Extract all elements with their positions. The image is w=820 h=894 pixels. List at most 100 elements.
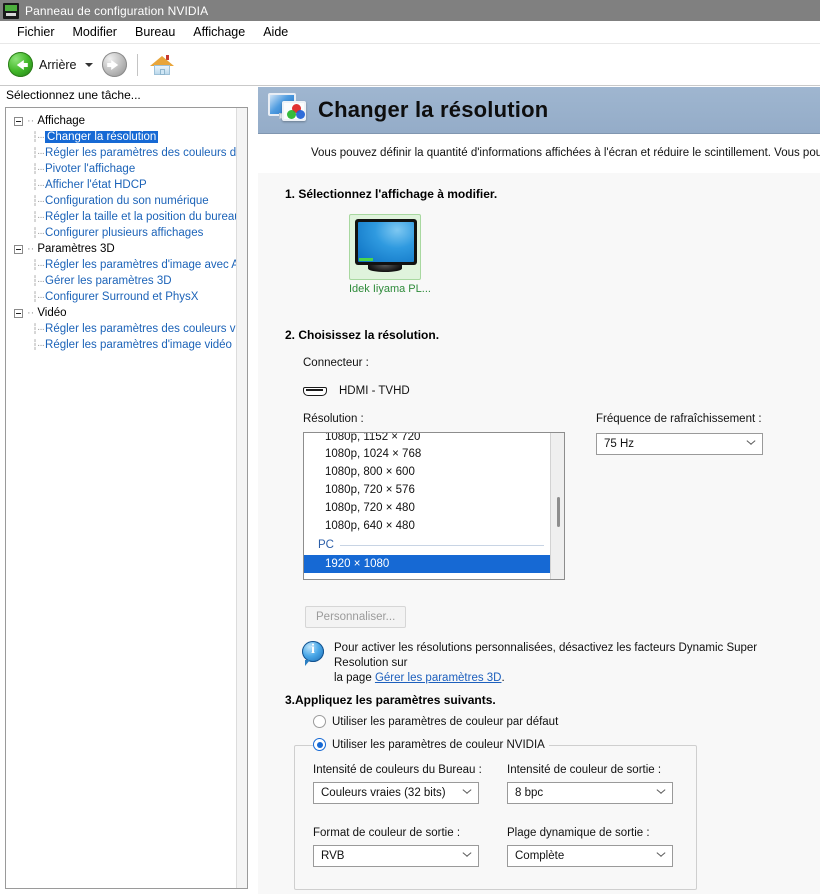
menu-item-affichage[interactable]: Affichage: [184, 23, 254, 41]
back-arrow-icon: [8, 52, 33, 77]
tree-group-video[interactable]: ·· Vidéo: [6, 305, 247, 321]
refresh-rate-value: 75 Hz: [604, 438, 635, 450]
select-task-label: Sélectionnez une tâche...: [6, 88, 141, 102]
info-text-line1: Pour activer les résolutions personnalis…: [334, 642, 758, 669]
chevron-down-icon: [463, 789, 472, 798]
customize-button[interactable]: Personnaliser...: [305, 606, 407, 628]
output-dynamic-range-dropdown[interactable]: Complète: [507, 845, 673, 867]
tree-group-parametres-3d[interactable]: ·· Paramètres 3D: [6, 241, 247, 257]
output-color-format-label: Format de couleur de sortie :: [313, 827, 461, 839]
sidebar-item-son-numerique[interactable]: ┆··· Configuration du son numérique: [6, 193, 247, 209]
task-tree[interactable]: ·· Affichage ┆··· Changer la résolution ┆…: [5, 107, 248, 889]
radio-default-colors[interactable]: Utiliser les paramètres de couleur par d…: [313, 715, 558, 728]
radio-nvidia-colors[interactable]: Utiliser les paramètres de couleur NVIDI…: [313, 738, 549, 751]
output-color-depth-label: Intensité de couleur de sortie :: [507, 764, 662, 776]
sidebar-item-image-avec-apercu[interactable]: ┆··· Régler les paramètres d'image avec A…: [6, 257, 247, 273]
menu-item-bureau[interactable]: Bureau: [126, 23, 184, 41]
chevron-down-icon: [657, 852, 666, 861]
connector-label: Connecteur :: [303, 357, 369, 369]
list-item-selected[interactable]: 1920 × 1080: [304, 555, 550, 573]
display-thumbnail[interactable]: Idek Iiyama PL...: [349, 214, 431, 295]
list-item[interactable]: 1080p, 720 × 576: [304, 481, 550, 499]
page-header: Changer la résolution: [258, 87, 820, 134]
sidebar-item-changer-la-resolution[interactable]: ┆··· Changer la résolution: [6, 129, 247, 145]
list-item[interactable]: 1080p, 1152 × 720: [304, 433, 550, 445]
tree-group-label: Paramètres 3D: [37, 243, 115, 255]
output-dynamic-range-label: Plage dynamique de sortie :: [507, 827, 650, 839]
window-title: Panneau de configuration NVIDIA: [25, 3, 209, 18]
sidebar-item-pivoter-affichage[interactable]: ┆··· Pivoter l'affichage: [6, 161, 247, 177]
nvidia-control-panel-window: Panneau de configuration NVIDIA Fichier …: [0, 0, 820, 894]
collapse-icon[interactable]: [14, 308, 23, 318]
chevron-down-icon: [657, 789, 666, 798]
forward-arrow-icon[interactable]: [101, 52, 127, 77]
refresh-rate-dropdown[interactable]: 75 Hz: [596, 433, 763, 455]
radio-button[interactable]: [313, 715, 326, 728]
output-color-depth-dropdown[interactable]: 8 bpc: [507, 782, 673, 804]
sidebar-item-plusieurs-affichages[interactable]: ┆··· Configurer plusieurs affichages: [6, 225, 247, 241]
tree-group-label: Affichage: [37, 115, 86, 127]
desktop-color-depth-dropdown[interactable]: Couleurs vraies (32 bits): [313, 782, 479, 804]
info-text-period: .: [501, 672, 505, 684]
collapse-icon[interactable]: [14, 244, 23, 254]
radio-label: Utiliser les paramètres de couleur par d…: [332, 715, 559, 728]
main-pane: Changer la résolution Vous pouvez défini…: [258, 87, 820, 894]
list-item[interactable]: 1080p, 1024 × 768: [304, 445, 550, 463]
task-sidebar: Sélectionnez une tâche... ·· Affichage ┆…: [0, 87, 250, 894]
display-name-label: Idek Iiyama PL...: [349, 283, 431, 295]
radio-button[interactable]: [313, 738, 326, 751]
step3-title: 3.Appliquez les paramètres suivants.: [285, 693, 496, 707]
chevron-down-icon: [463, 852, 472, 861]
resolution-label: Résolution :: [303, 413, 364, 425]
page-content: 1. Sélectionnez l'affichage à modifier. …: [258, 173, 820, 894]
sidebar-item-etat-hdcp[interactable]: ┆··· Afficher l'état HDCP: [6, 177, 247, 193]
desktop-color-depth-label: Intensité de couleurs du Bureau :: [313, 764, 482, 776]
menu-item-modifier[interactable]: Modifier: [64, 23, 126, 41]
tree-group-affichage[interactable]: ·· Affichage: [6, 113, 247, 129]
collapse-icon[interactable]: [14, 116, 23, 126]
list-item[interactable]: 1080p, 800 × 600: [304, 463, 550, 481]
output-color-format-value: RVB: [321, 850, 345, 862]
resolution-listbox[interactable]: 1080p, 1152 × 720 1080p, 1024 × 768 1080…: [303, 432, 565, 580]
navigation-toolbar: Arrière: [0, 44, 820, 86]
sidebar-item-regler-couleurs-bureau[interactable]: ┆··· Régler les paramètres des couleurs d…: [6, 145, 247, 161]
sidebar-item-gerer-parametres-3d[interactable]: ┆··· Gérer les paramètres 3D: [6, 273, 247, 289]
nvidia-icon: [3, 2, 19, 19]
info-notice: Pour activer les résolutions personnalis…: [302, 641, 802, 686]
home-icon[interactable]: [149, 54, 174, 76]
sidebar-item-taille-position-bureau[interactable]: ┆··· Régler la taille et la position du b…: [6, 209, 247, 225]
resolution-list-scrollbar[interactable]: [550, 433, 564, 579]
list-item[interactable]: 1080p, 640 × 480: [304, 517, 550, 535]
output-color-depth-value: 8 bpc: [515, 787, 544, 799]
info-text: Pour activer les résolutions personnalis…: [334, 641, 802, 686]
menu-bar: Fichier Modifier Bureau Affichage Aide: [0, 21, 820, 44]
tree-scrollbar[interactable]: [236, 108, 247, 888]
desktop-color-depth-value: Couleurs vraies (32 bits): [321, 787, 446, 799]
sidebar-item-surround-physx[interactable]: ┆··· Configurer Surround et PhysX: [6, 289, 247, 305]
refresh-rate-label: Fréquence de rafraîchissement :: [596, 413, 762, 425]
chevron-down-icon[interactable]: [84, 62, 93, 67]
page-description: Vous pouvez définir la quantité d'inform…: [258, 134, 820, 173]
manage-3d-settings-link[interactable]: Gérer les paramètres 3D: [375, 672, 502, 684]
menu-item-fichier[interactable]: Fichier: [8, 23, 64, 41]
radio-label: Utiliser les paramètres de couleur NVIDI…: [332, 738, 545, 751]
chevron-down-icon: [747, 440, 756, 449]
window-body: Sélectionnez une tâche... ·· Affichage ┆…: [0, 87, 820, 894]
list-item[interactable]: 1080p, 720 × 480: [304, 499, 550, 517]
dual-monitor-color-icon: [268, 93, 308, 127]
info-text-line2: la page: [334, 672, 375, 684]
hdmi-port-icon: [303, 386, 327, 396]
connector-value-row: HDMI - TVHD: [303, 385, 410, 397]
monitor-icon[interactable]: [349, 214, 421, 280]
output-color-format-dropdown[interactable]: RVB: [313, 845, 479, 867]
tree-group-label: Vidéo: [37, 307, 67, 319]
menu-item-aide[interactable]: Aide: [254, 23, 297, 41]
list-group-header: PC: [304, 535, 550, 555]
title-bar: Panneau de configuration NVIDIA: [0, 0, 820, 21]
toolbar-divider: [136, 53, 138, 76]
step1-title: 1. Sélectionnez l'affichage à modifier.: [285, 187, 498, 201]
back-button-label: Arrière: [39, 57, 77, 72]
sidebar-item-image-video[interactable]: ┆··· Régler les paramètres d'image vidéo: [6, 337, 247, 353]
back-button[interactable]: Arrière: [8, 52, 85, 77]
sidebar-item-couleurs-video[interactable]: ┆··· Régler les paramètres des couleurs v…: [6, 321, 247, 337]
